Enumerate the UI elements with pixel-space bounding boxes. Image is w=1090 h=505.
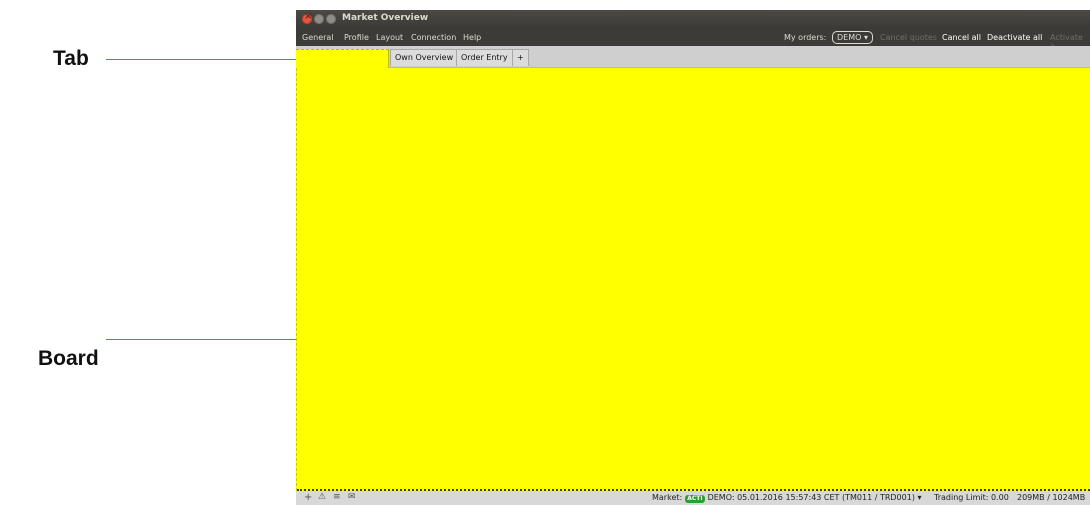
warning-icon[interactable]: ⚠ (318, 492, 326, 502)
memory-usage: 209MB / 1024MB (1017, 493, 1086, 502)
market-status-badge: ACTI (685, 495, 705, 503)
tab-strip: Own Overview Order Entry + (296, 46, 1090, 68)
close-window-button[interactable] (302, 11, 312, 24)
add-tab-button[interactable]: + (512, 49, 529, 66)
menu-help[interactable]: Help (463, 33, 481, 42)
trading-limit: Trading Limit: 0.00 (934, 493, 1009, 502)
minimize-window-button[interactable] (314, 14, 324, 24)
mail-icon[interactable]: ✉ (348, 492, 356, 502)
orders-account-value: DEMO (837, 33, 862, 42)
menu-profile[interactable]: Profile (344, 33, 369, 42)
window-title: Market Overview (342, 13, 429, 23)
app-window: Market Overview General Profile Layout C… (296, 10, 1090, 505)
my-orders-label: My orders: (784, 33, 827, 42)
menu-layout[interactable]: Layout (376, 33, 403, 42)
tab-highlight-area (296, 49, 389, 68)
callout-label-tab: Tab (53, 47, 89, 70)
market-label: Market: (652, 493, 683, 502)
deactivate-all-button[interactable]: Deactivate all (987, 33, 1042, 42)
callout-label-board: Board (38, 347, 99, 370)
cancel-quotes-button[interactable]: Cancel quotes (880, 33, 937, 42)
status-market: Market: ACTI DEMO: 05.01.2016 15:57:43 CET… (652, 493, 922, 503)
cancel-all-button[interactable]: Cancel all (942, 33, 981, 42)
board-area[interactable] (296, 68, 1090, 491)
menu-general[interactable]: General (302, 33, 334, 42)
tab-own-overview[interactable]: Own Overview (390, 49, 459, 66)
market-info[interactable]: DEMO: 05.01.2016 15:57:43 CET (TM011 / T… (708, 493, 922, 502)
menu-connection[interactable]: Connection (411, 33, 456, 42)
maximize-window-button[interactable] (326, 14, 336, 24)
tab-order-entry[interactable]: Order Entry (456, 49, 513, 66)
callout-line-board (106, 339, 296, 340)
plus-icon[interactable]: + (304, 492, 312, 503)
callout-line-tab (106, 59, 296, 60)
menu-bar: General Profile Layout Connection Help M… (296, 29, 1090, 51)
title-bar: Market Overview (296, 10, 1090, 29)
list-icon[interactable]: ≡ (333, 492, 341, 502)
status-bar: + ⚠ ≡ ✉ Market: ACTI DEMO: 05.01.2016 15:5… (296, 491, 1090, 505)
orders-account-select[interactable]: DEMO ▾ (832, 31, 873, 44)
